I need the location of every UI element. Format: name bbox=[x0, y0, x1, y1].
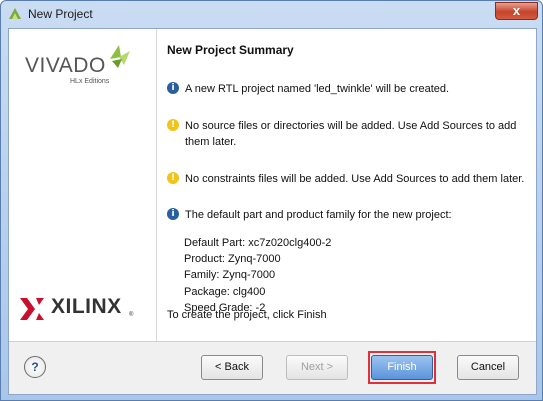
part-details: Default Part: xc7z020clg400-2 Product: Z… bbox=[184, 235, 331, 316]
info-icon: i bbox=[167, 208, 179, 220]
back-button-label: < Back bbox=[215, 361, 249, 373]
new-project-window: New Project x VIVADO HLx Editions XILINX… bbox=[0, 0, 543, 401]
next-button[interactable]: Next > bbox=[286, 355, 348, 380]
button-bar: ? < Back Next > Finish Cancel bbox=[9, 341, 536, 394]
vivado-leaf-icon bbox=[110, 45, 130, 68]
cancel-button[interactable]: Cancel bbox=[457, 355, 519, 380]
message-text: No constraints files will be added. Use … bbox=[185, 173, 525, 185]
cancel-button-label: Cancel bbox=[470, 361, 506, 373]
dialog-client-area: VIVADO HLx Editions XILINX ® New Project… bbox=[8, 28, 537, 395]
message-text: No source files or directories will be a… bbox=[185, 120, 517, 148]
message-text: A new RTL project named 'led_twinkle' wi… bbox=[185, 83, 450, 95]
vivado-edition-text: HLx Editions bbox=[70, 78, 110, 85]
window-title: New Project bbox=[28, 7, 93, 21]
finish-button[interactable]: Finish bbox=[371, 355, 433, 380]
page-title: New Project Summary bbox=[167, 43, 294, 57]
message-text: The default part and product family for … bbox=[185, 209, 452, 221]
next-button-label: Next > bbox=[300, 361, 334, 373]
finish-instruction: To create the project, click Finish bbox=[167, 309, 327, 321]
vivado-logo: VIVADO HLx Editions bbox=[25, 43, 140, 89]
xilinx-logo: XILINX ® bbox=[19, 293, 149, 323]
close-button[interactable]: x bbox=[495, 2, 538, 20]
info-icon: i bbox=[167, 82, 179, 94]
xilinx-mark-icon bbox=[20, 298, 44, 320]
title-bar[interactable]: New Project x bbox=[1, 1, 542, 27]
message-no-constraints: ! No constraints files will be added. Us… bbox=[167, 171, 525, 187]
help-button[interactable]: ? bbox=[24, 356, 46, 378]
message-default-part: i The default part and product family fo… bbox=[167, 207, 525, 223]
family-line: Family: Zynq-7000 bbox=[184, 269, 276, 282]
back-button[interactable]: < Back bbox=[201, 355, 263, 380]
package-line: Package: clg400 bbox=[184, 285, 266, 298]
default-part-line: Default Part: xc7z020clg400-2 bbox=[184, 237, 332, 249]
sidebar: VIVADO HLx Editions XILINX ® bbox=[9, 29, 157, 341]
product-line: Product: Zynq-7000 bbox=[184, 253, 281, 266]
warning-icon: ! bbox=[167, 119, 179, 131]
finish-button-label: Finish bbox=[387, 361, 417, 373]
vivado-app-icon bbox=[9, 8, 21, 19]
warning-icon: ! bbox=[167, 172, 179, 184]
vivado-logo-text: VIVADO bbox=[25, 54, 106, 77]
summary-panel: New Project Summary i A new RTL project … bbox=[157, 29, 536, 341]
xilinx-logo-text: XILINX bbox=[51, 295, 122, 318]
registered-mark: ® bbox=[129, 312, 134, 318]
message-no-sources: ! No source files or directories will be… bbox=[167, 118, 525, 150]
message-project-name: i A new RTL project named 'led_twinkle' … bbox=[167, 81, 525, 97]
